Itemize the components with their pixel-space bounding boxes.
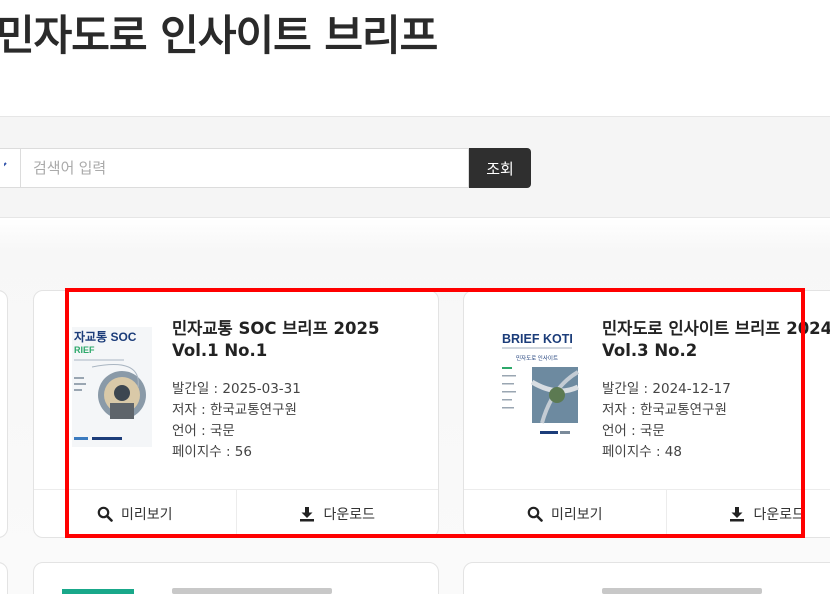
report-title[interactable]: 민자도로 인사이트 브리프 2024 Vol.3 No.2 [602, 318, 830, 362]
page-count: 페이지수 : 48 [602, 444, 682, 460]
author: 저자 : 한국교통연구원 [602, 402, 727, 418]
search-icon [97, 506, 113, 522]
card-partial-left-bottom [0, 562, 8, 594]
search-icon [527, 506, 543, 522]
report-card[interactable]: BRIEF KOTI 민자도로 인사이트 민자도로 인사이트 브리프 2024 … [463, 290, 830, 538]
search-category-select[interactable] [0, 148, 20, 188]
download-label: 다운로드 [753, 506, 806, 523]
language: 언어 : 국문 [602, 423, 665, 439]
preview-label: 미리보기 [120, 506, 173, 523]
preview-button[interactable]: 미리보기 [34, 490, 236, 537]
page-title: 민자도로 인사이트 브리프 [0, 11, 438, 60]
cover-title-text: BRIEF KOTI [502, 332, 573, 346]
card-partial-left [0, 290, 8, 538]
page-count: 페이지수 : 56 [172, 444, 252, 460]
download-label: 다운로드 [323, 506, 376, 523]
preview-label: 미리보기 [550, 506, 603, 523]
report-title[interactable]: 민자교통 SOC 브리프 2025 Vol.1 No.1 [172, 318, 422, 362]
cover-title-text: 자교통 SOC [74, 329, 137, 344]
card-actions: 미리보기 다운로드 [464, 489, 830, 537]
search-input[interactable] [20, 148, 469, 188]
search-button[interactable]: 조회 [469, 148, 531, 188]
publish-date: 발간일 : 2024-12-17 [602, 381, 731, 397]
download-icon [299, 506, 315, 522]
publish-date: 발간일 : 2025-03-31 [172, 381, 301, 397]
author: 저자 : 한국교통연구원 [172, 402, 297, 418]
download-button[interactable]: 다운로드 [665, 490, 830, 537]
cover-subtitle-text: RIEF [74, 345, 95, 355]
download-icon [729, 506, 745, 522]
download-button[interactable]: 다운로드 [235, 490, 439, 537]
report-cover-image-partial [62, 589, 134, 594]
card-actions: 미리보기 다운로드 [34, 489, 438, 537]
report-cover-image: BRIEF KOTI 민자도로 인사이트 [502, 327, 582, 447]
report-title-partial [602, 588, 762, 594]
language: 언어 : 국문 [172, 423, 235, 439]
cover-subtitle-text: 민자도로 인사이트 [516, 354, 558, 362]
preview-button[interactable]: 미리보기 [464, 490, 666, 537]
search-bar: 조회 [0, 116, 830, 218]
report-title-partial [172, 588, 332, 594]
report-cover-image: 자교통 SOC RIEF [72, 327, 152, 447]
report-card[interactable]: 자교통 SOC RIEF 민자교통 SOC 브리프 2025 Vol.1 No.… [33, 290, 439, 538]
